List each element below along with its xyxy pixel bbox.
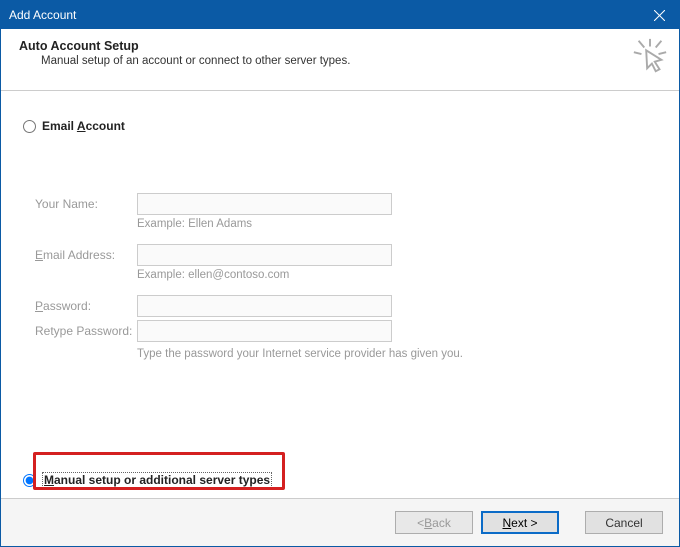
email-form: Your Name: Example: Ellen Adams Email Ad… (35, 193, 657, 360)
page-title: Auto Account Setup (19, 39, 663, 53)
retype-label: Retype Password: (35, 324, 137, 338)
password-row: Password: (35, 295, 657, 317)
email-account-label: Email Account (42, 119, 125, 133)
cancel-button[interactable]: Cancel (585, 511, 663, 534)
email-row: Email Address: (35, 244, 657, 266)
close-button[interactable] (639, 1, 679, 29)
retype-row: Retype Password: (35, 320, 657, 342)
titlebar: Add Account (1, 1, 679, 29)
your-name-hint: Example: Ellen Adams (137, 218, 657, 230)
email-account-option[interactable]: Email Account (23, 119, 657, 133)
password-hint: Type the password your Internet service … (137, 348, 657, 360)
next-button[interactable]: Next > (481, 511, 559, 534)
wizard-header: Auto Account Setup Manual setup of an ac… (1, 29, 679, 91)
page-subtitle: Manual setup of an account or connect to… (19, 55, 663, 67)
cursor-click-icon (631, 37, 669, 75)
manual-setup-option[interactable]: Manual setup or additional server types (23, 472, 272, 488)
your-name-field (137, 193, 392, 215)
back-button: < Back (395, 511, 473, 534)
manual-setup-label: Manual setup or additional server types (42, 472, 272, 488)
window-title: Add Account (9, 8, 76, 22)
content-area: Email Account Your Name: Example: Ellen … (1, 91, 679, 498)
email-field (137, 244, 392, 266)
close-icon (654, 10, 665, 21)
email-label: Email Address: (35, 248, 137, 262)
password-field (137, 295, 392, 317)
your-name-row: Your Name: (35, 193, 657, 215)
password-label: Password: (35, 299, 137, 313)
email-account-radio[interactable] (23, 120, 36, 133)
your-name-label: Your Name: (35, 197, 137, 211)
email-hint: Example: ellen@contoso.com (137, 269, 657, 281)
manual-setup-radio[interactable] (23, 474, 36, 487)
footer: < Back Next > Cancel (1, 498, 679, 546)
retype-field (137, 320, 392, 342)
